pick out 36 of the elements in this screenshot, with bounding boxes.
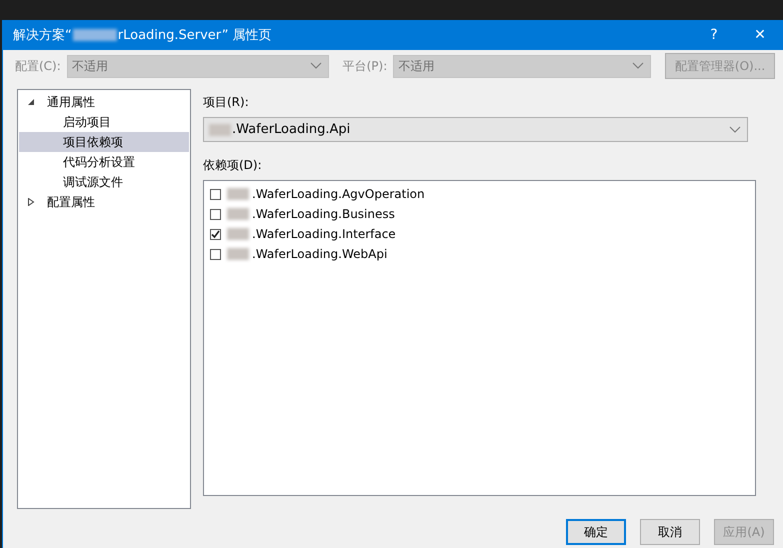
field-label: 配置(C):	[15, 58, 61, 74]
close-button[interactable]: ✕	[737, 20, 783, 50]
expanded-triangle-icon[interactable]	[27, 98, 35, 106]
field-label: 平台(P):	[342, 58, 388, 74]
window-title: rLoading.Server” 属性页	[118, 27, 272, 44]
tree-item[interactable]: 代码分析设置	[19, 152, 189, 172]
chevron-down-icon	[632, 62, 644, 70]
tree-item[interactable]: 通用属性	[19, 92, 189, 112]
tree-item[interactable]: 调试源文件	[19, 172, 189, 192]
dependency-label: .WaferLoading.Business	[252, 207, 395, 221]
checkbox[interactable]	[210, 228, 221, 240]
field-label: 依赖项(D):	[203, 157, 263, 174]
checkbox[interactable]	[210, 188, 221, 200]
dependency-label: .WaferLoading.AgvOperation	[252, 187, 425, 201]
field-label: 项目(R):	[203, 94, 250, 111]
redaction-mark	[227, 248, 249, 260]
tree-item[interactable]: 项目依赖项	[19, 132, 189, 152]
dependency-label: .WaferLoading.Interface	[252, 227, 396, 241]
redaction-mark	[209, 124, 231, 136]
checkbox[interactable]	[210, 248, 221, 260]
tree-item[interactable]: 启动项目	[19, 112, 189, 132]
collapsed-triangle-icon[interactable]	[27, 198, 35, 206]
redaction-mark	[72, 29, 117, 41]
project-dropdown[interactable]: .WaferLoading.Api	[203, 117, 748, 142]
checkbox[interactable]	[210, 208, 221, 220]
chevron-down-icon	[310, 62, 322, 70]
chevron-down-icon	[729, 126, 741, 134]
redaction-mark	[227, 208, 249, 220]
redaction-mark	[227, 188, 249, 200]
tree-item[interactable]: 配置属性	[19, 192, 189, 212]
dialog-button[interactable]: 确定	[566, 519, 626, 545]
help-button[interactable]: ?	[691, 20, 737, 50]
dependency-label: .WaferLoading.WebApi	[252, 247, 388, 261]
dialog-button[interactable]: 取消	[640, 519, 700, 545]
redaction-mark	[227, 228, 249, 240]
window-title: 解决方案“	[13, 27, 72, 44]
